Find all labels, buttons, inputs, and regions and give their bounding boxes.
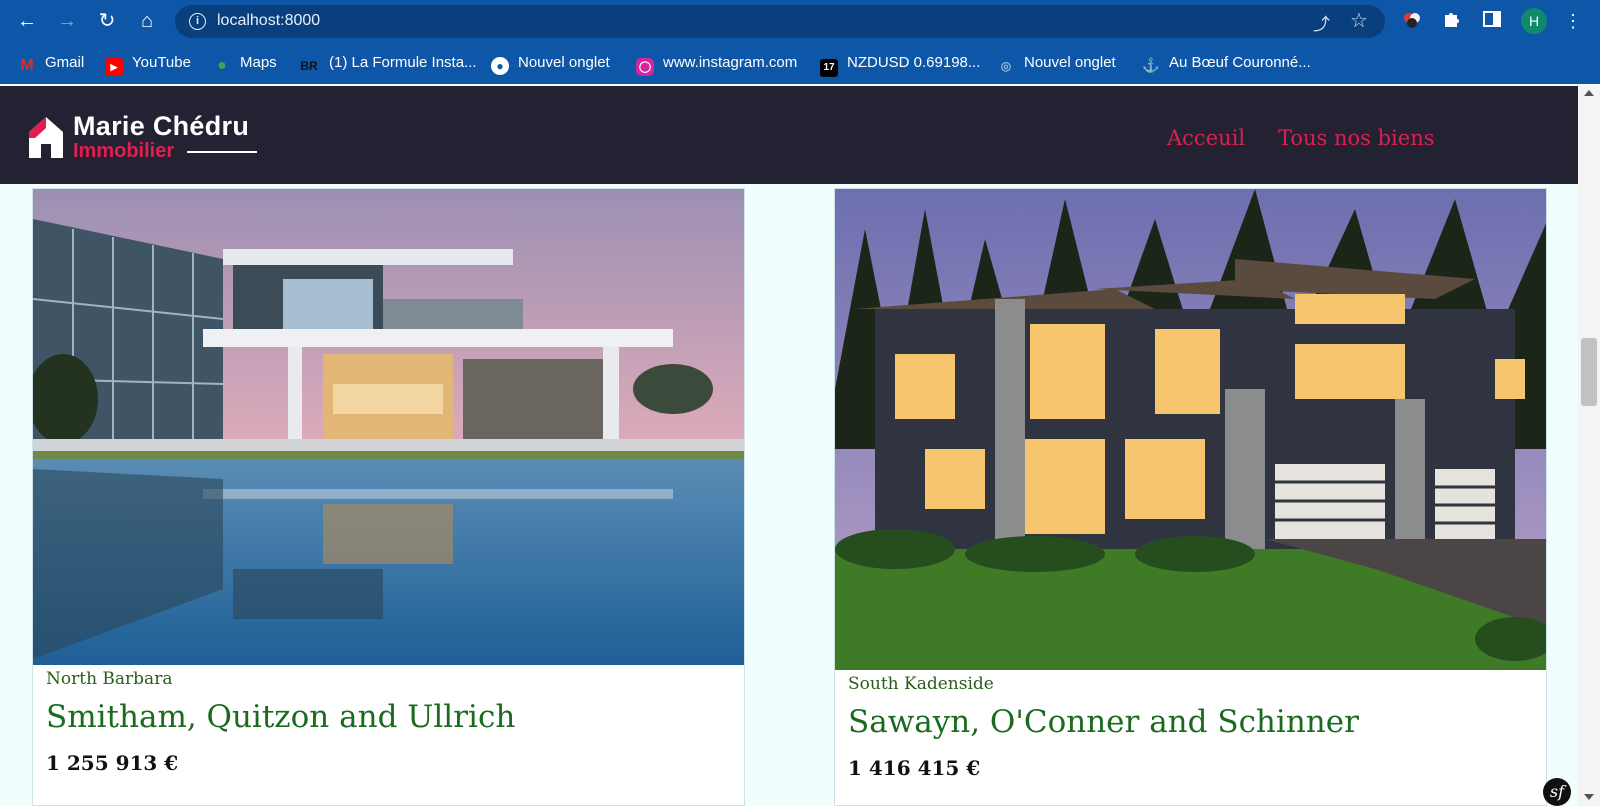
bookmark-label: Maps [240,54,277,71]
nav-link-all-properties[interactable]: Tous nos biens [1278,126,1435,150]
side-panel-icon[interactable] [1480,9,1504,33]
gmail-icon: M [20,57,34,74]
bookmarks-bar: M Gmail ▶ YouTube ● Maps BR (1) La Formule I… [0,44,1600,80]
listing-price: 1 416 415 € [848,756,981,780]
contemporary-house-at-dusk-photo[interactable] [835,189,1546,670]
bookmark-label: YouTube [132,54,191,71]
bookmark-label: Nouvel onglet [518,54,610,71]
logo-name: Marie Chédru [73,111,250,141]
bookmark-nzdusd[interactable]: 17 NZDUSD 0.69198... [820,52,981,77]
modern-villa-with-pool-photo[interactable] [33,189,744,665]
home-icon[interactable]: ⌂ [134,8,160,34]
maps-icon: ● [217,57,227,74]
site-info-icon[interactable]: i [189,13,206,30]
scroll-up-arrow-icon[interactable] [1584,90,1594,96]
browser-chrome: ← → ↻ ⌂ i localhost:8000 ⤴ ☆ H ⋮ M Gmail … [0,0,1600,84]
bookmark-gmail[interactable]: M Gmail [18,52,84,74]
bookmark-maps[interactable]: ● Maps [213,52,277,74]
bookmark-label: NZDUSD 0.69198... [847,54,981,71]
property-card[interactable]: South Kadenside Sawayn, O'Conner and Sch… [834,188,1547,806]
scroll-down-arrow-icon[interactable] [1584,794,1594,800]
listing-title[interactable]: Smitham, Quitzon and Ullrich [46,699,515,735]
page-scrollbar[interactable] [1578,86,1600,806]
bookmark-instagram[interactable]: ◯ www.instagram.com [636,52,798,76]
back-arrow-icon[interactable]: ← [14,8,40,34]
bookmark-nouvel-onglet-2[interactable]: ◎ Nouvel onglet [997,52,1116,74]
globe-icon: ● [491,57,509,75]
extension-balls-icon[interactable] [1400,9,1424,33]
bookmark-la-formule[interactable]: BR (1) La Formule Insta... [298,52,477,74]
house-logo-icon [29,117,63,158]
listing-city: North Barbara [46,669,173,689]
extensions-puzzle-icon[interactable] [1440,9,1464,33]
bookmark-label: Gmail [45,54,85,71]
bookmark-nouvel-onglet-1[interactable]: ● Nouvel onglet [491,52,610,75]
bookmark-au-boeuf[interactable]: ⚓ Au Bœuf Couronné... [1142,52,1311,74]
bookmark-label: Au Bœuf Couronné... [1169,54,1311,71]
restaurant-icon: ⚓ [1142,57,1160,73]
site-logo[interactable]: Marie Chédru Immobilier [27,111,267,162]
listing-city: South Kadenside [848,674,994,694]
site-header: Marie Chédru Immobilier Acceuil Tous nos… [0,86,1578,184]
listing-price: 1 255 913 € [46,751,179,775]
menu-kebab-icon[interactable]: ⋮ [1561,9,1585,33]
tradingview-icon: 17 [820,59,838,77]
bookmark-label: www.instagram.com [663,54,798,71]
bookmark-label: Nouvel onglet [1024,54,1116,71]
symfony-toolbar-icon[interactable]: sf [1543,778,1571,806]
logo-subtitle: Immobilier [73,140,175,162]
instagram-icon: ◯ [636,58,654,76]
scroll-thumb[interactable] [1581,338,1597,406]
profile-avatar[interactable]: H [1521,8,1547,34]
page-icon: ◎ [1000,59,1012,73]
address-bar[interactable]: i localhost:8000 ⤴ ☆ [175,5,1385,38]
nav-link-home[interactable]: Acceuil [1167,126,1245,150]
forward-arrow-icon[interactable]: → [54,8,80,34]
bookmark-label: (1) La Formule Insta... [329,54,477,71]
logo-underline [187,151,257,153]
browser-toolbar: ← → ↻ ⌂ i localhost:8000 ⤴ ☆ H ⋮ [0,0,1600,42]
listing-title[interactable]: Sawayn, O'Conner and Schinner [848,704,1359,740]
reload-icon[interactable]: ↻ [94,8,120,34]
share-icon[interactable]: ⤴ [1313,10,1330,35]
youtube-icon: ▶ [105,58,123,76]
property-card[interactable]: North Barbara Smitham, Quitzon and Ullri… [32,188,745,806]
url-text: localhost:8000 [217,12,321,29]
bookmark-star-icon[interactable]: ☆ [1350,8,1368,33]
bookmark-youtube[interactable]: ▶ YouTube [105,52,191,76]
br-icon: BR [300,59,318,73]
